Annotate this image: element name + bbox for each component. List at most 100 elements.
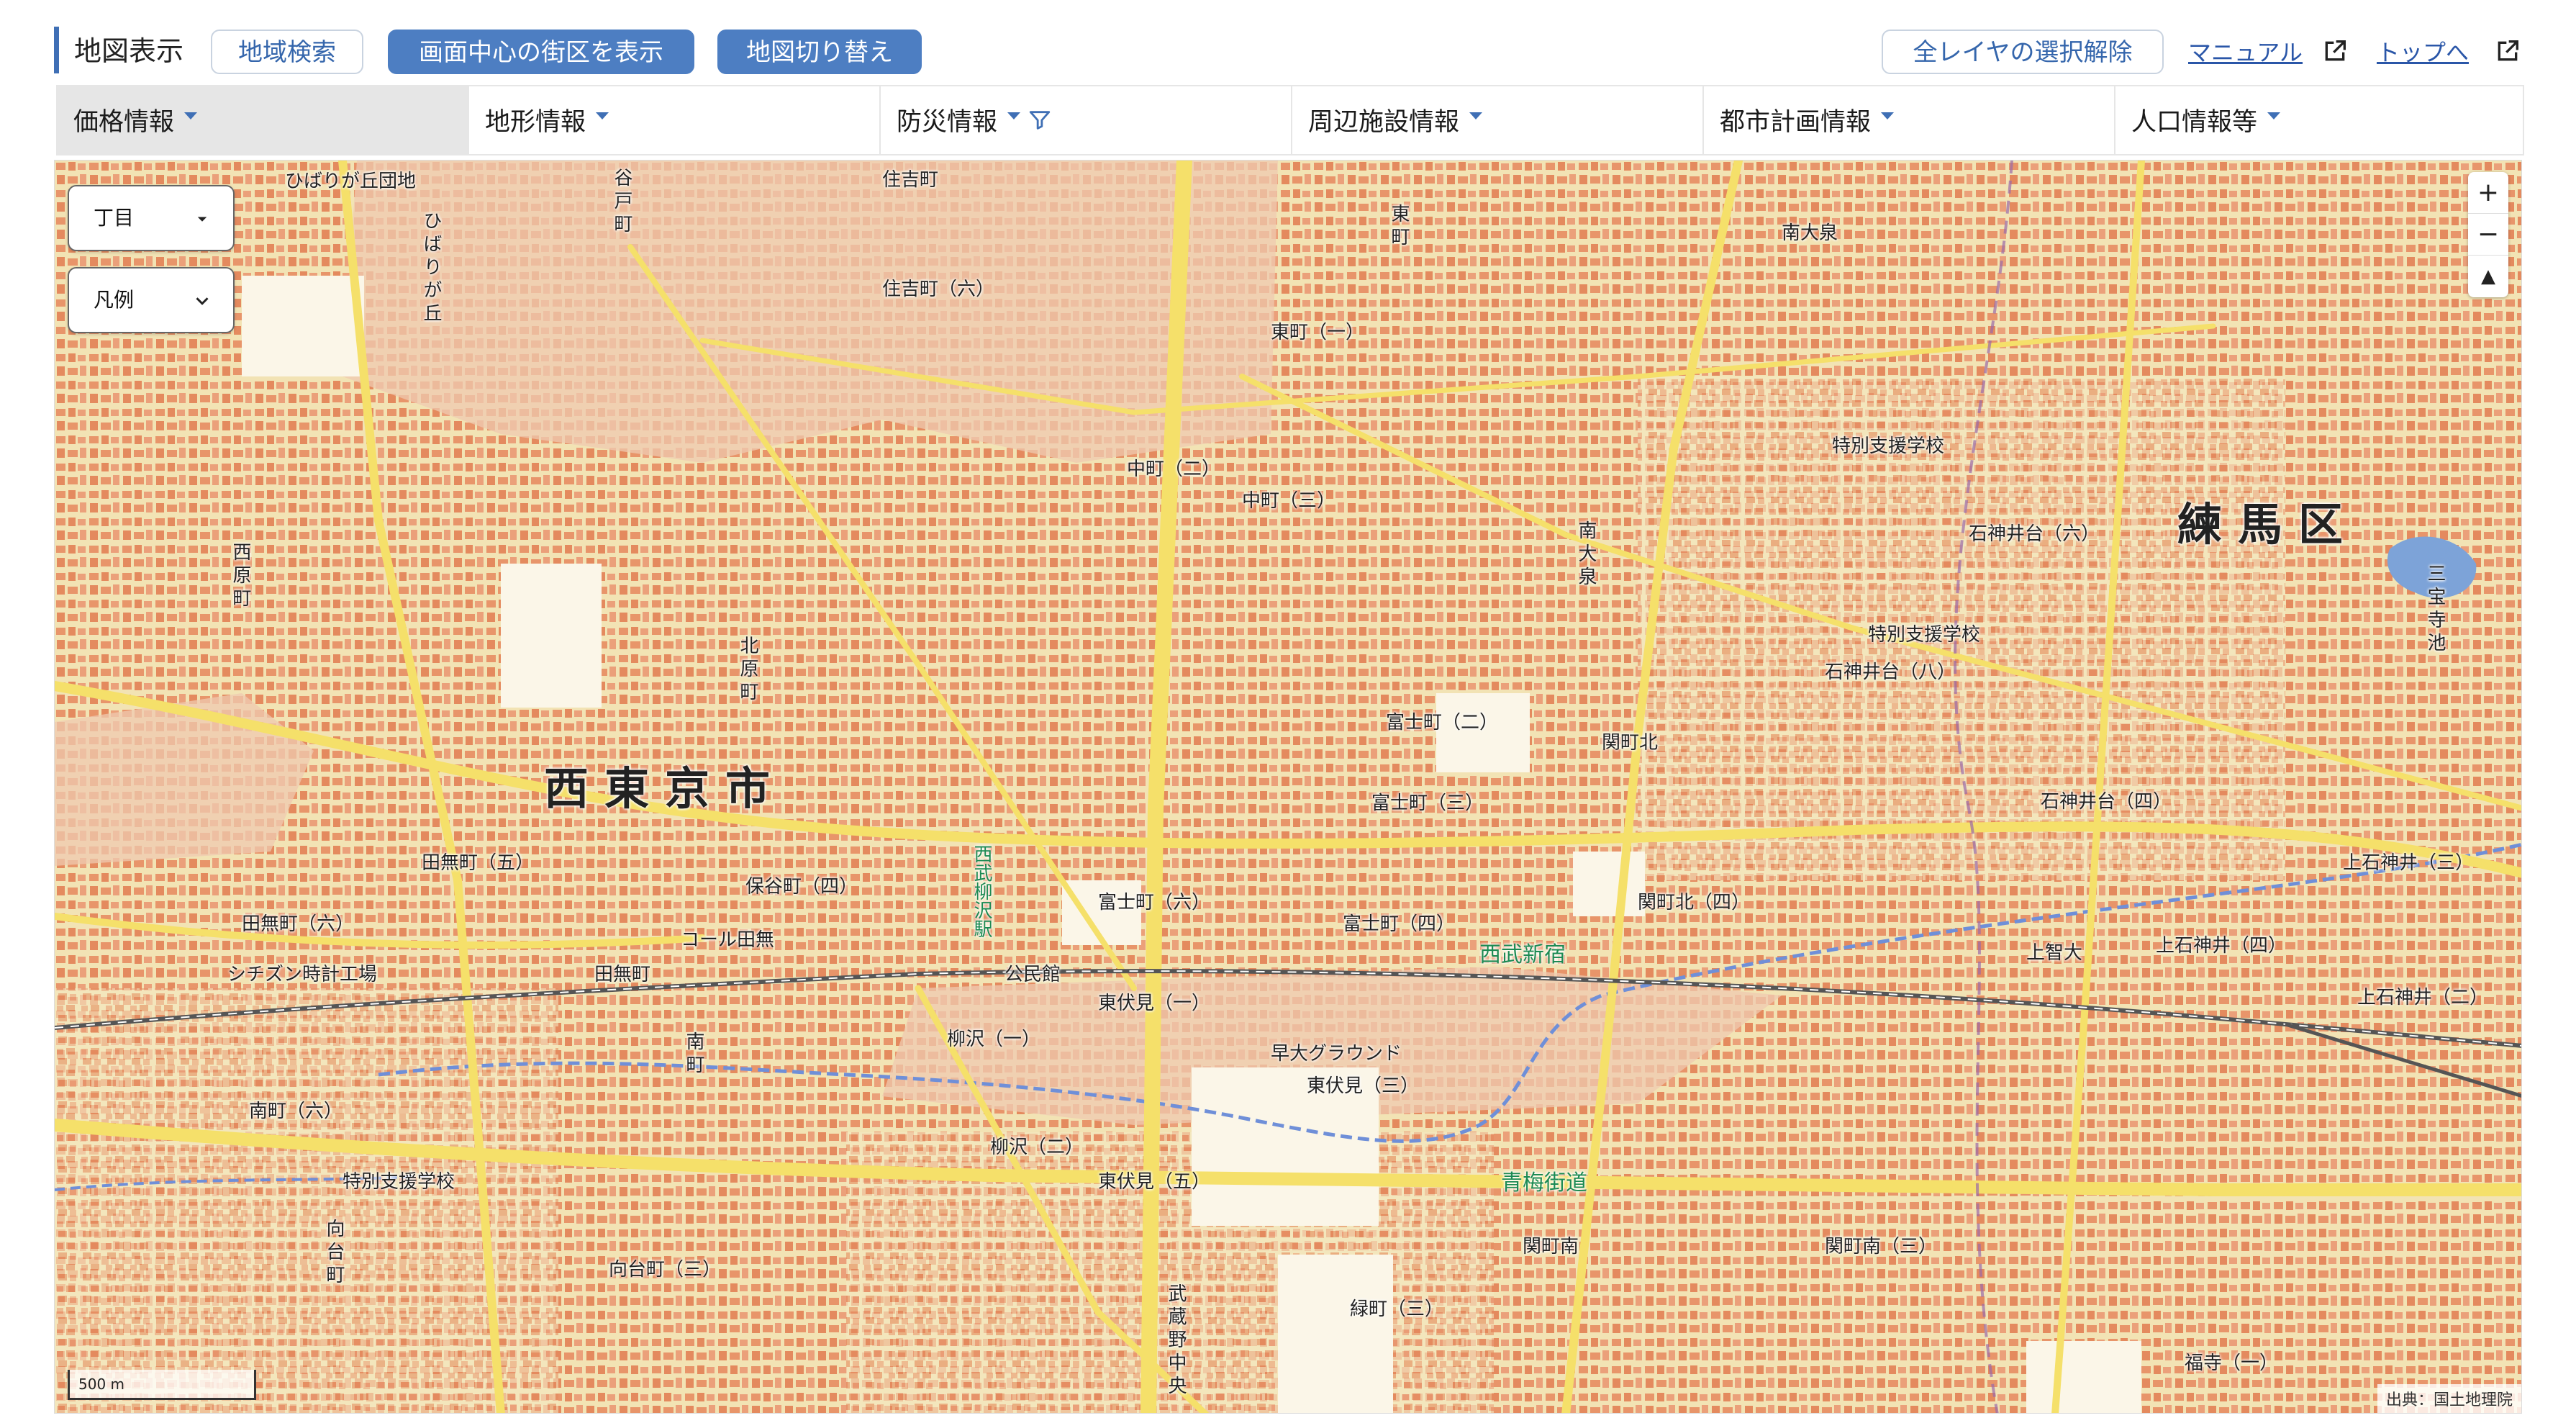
place-label: 東町（一） [1271,322,1365,343]
rail-label: 西武新宿 [1479,942,1566,967]
place-label: 北原町 [737,636,758,705]
tab-urban-planning-info[interactable]: 都市計画情報 [1704,86,2115,154]
place-label: 富士町（二） [1386,712,1499,733]
caret-down-icon [2267,112,2281,119]
place-label: 南大泉 [1575,520,1597,590]
level-select-value: 丁目 [94,206,135,230]
reset-north-button[interactable]: ▲ [2468,256,2508,297]
place-label: 東伏見（三） [1307,1075,1420,1097]
page-title: 地図表示 [74,35,184,67]
place-label: 向台町（三） [609,1259,722,1281]
place-label: 緑町（三） [1350,1299,1444,1320]
place-label: 上石神井（三） [2343,852,2475,874]
external-link-icon[interactable] [2493,37,2522,66]
road-label: 青梅街道 [1501,1170,1587,1196]
place-label: 保谷町（四） [745,876,858,898]
tab-label: 都市計画情報 [1720,108,1872,137]
place-label: 柳沢（二） [990,1137,1084,1158]
caret-down-icon [184,112,198,119]
place-label: 武蔵野中央 [1165,1283,1187,1399]
chevron-down-icon [196,297,209,305]
place-label: ひばりが丘団地 [285,171,417,192]
place-label: 石神井台（八） [1825,661,1956,683]
place-label: 中町（二） [1127,459,1221,480]
place-label: 南大泉 [1782,222,1838,244]
place-label: 向台町 [323,1219,345,1288]
manual-link[interactable]: マニュアル [2188,37,2303,68]
tab-label: 人口情報等 [2131,108,2258,137]
zoom-in-button[interactable]: + [2468,172,2508,214]
region-search-button[interactable]: 地域検索 [211,30,363,74]
tab-label: 価格情報 [73,108,175,137]
caret-down-icon [1881,112,1895,119]
title-accent-bar [54,27,59,73]
zoom-out-button[interactable]: − [2468,214,2508,256]
place-label: 東伏見（五） [1098,1171,1211,1193]
place-label: 柳沢（一） [947,1029,1041,1050]
caret-down-icon [197,217,207,222]
place-label: 富士町（四） [1343,913,1456,935]
place-label: 田無町 [594,964,651,985]
layer-menu-tabs: 価格情報 地形情報 防災情報 周辺施設情報 都市計画情報 人口情報等 [56,85,2524,155]
filter-icon[interactable] [1028,108,1052,132]
tab-population-info[interactable]: 人口情報等 [2115,86,2523,154]
place-label: ひばりが丘 [420,211,442,326]
place-label: 田無町（六） [242,913,355,935]
place-label: 南町（六） [249,1101,343,1122]
tab-label: 地形情報 [485,108,586,137]
tab-label: 周辺施設情報 [1308,108,1460,137]
level-select[interactable]: 丁目 [68,185,235,251]
clear-layers-button[interactable]: 全レイヤの選択解除 [1882,30,2164,74]
place-label: 上智大 [2026,942,2083,964]
place-label: 関町南（三） [1825,1236,1938,1257]
place-label: 東町 [1388,204,1410,250]
caret-down-icon [596,112,609,119]
tab-price-info[interactable]: 価格情報 [58,86,469,154]
station-label: 西武柳沢駅 [971,844,992,938]
external-link-icon[interactable] [2321,37,2349,66]
tab-label: 防災情報 [897,108,998,137]
ward-label-nerima: 練馬区 [2177,498,2359,551]
city-label-nishitokyo: 西東京市 [544,762,786,815]
place-label: 田無町（五） [422,852,535,874]
place-label: 関町南 [1523,1236,1579,1257]
place-label: 東伏見（一） [1098,993,1211,1014]
scale-label: 500 m [78,1376,125,1393]
place-label: 公民館 [1004,964,1061,985]
place-label: 福寺（一） [2185,1352,2279,1374]
top-link[interactable]: トップへ [2377,37,2469,68]
caret-down-icon [1007,112,1021,119]
place-label: 中町（三） [1242,490,1336,512]
map-toolbar: 地図表示 地域検索 画面中心の街区を表示 地図切り替え 全レイヤの選択解除 マニ… [54,27,2522,78]
map-attribution: 出典：国土地理院 [2377,1384,2521,1413]
place-label: 関町北（四） [1638,892,1751,913]
map-canvas[interactable]: 西東京市 練馬区 ひばりが丘団地 ひばりが丘 住吉町 住吉町（六） 東町 東町（… [54,160,2522,1414]
place-label: 特別支援学校 [343,1171,455,1193]
tab-facilities-info[interactable]: 周辺施設情報 [1292,86,1704,154]
caret-down-icon [1469,112,1483,119]
tab-terrain-info[interactable]: 地形情報 [469,86,881,154]
show-center-block-button[interactable]: 画面中心の街区を表示 [388,30,694,74]
tab-disaster-info[interactable]: 防災情報 [881,86,1292,154]
legend-select-value: 凡例 [94,288,135,312]
scale-bar: 500 m [68,1370,256,1400]
place-label: コール田無 [681,929,775,951]
switch-map-button[interactable]: 地図切り替え [717,30,922,74]
place-label: 早大グラウンド [1271,1043,1402,1065]
place-label: 西原町 [230,542,251,611]
place-label: 富士町（六） [1098,892,1211,913]
place-label: 上石神井（二） [2357,987,2489,1008]
place-label: 特別支援学校 [1868,624,1981,646]
place-label: 関町北 [1602,732,1659,754]
place-label: 石神井台（六） [1969,523,2100,545]
place-label: 三宝寺池 [2424,564,2446,656]
legend-select[interactable]: 凡例 [68,267,235,333]
place-label: 特別支援学校 [1832,435,1945,457]
place-label: 南町 [683,1031,704,1078]
place-label: 谷戸町 [611,168,632,237]
place-label: 住吉町 [882,169,939,191]
zoom-control: + − ▲ [2468,172,2508,297]
place-label: 富士町（三） [1371,792,1484,814]
place-label: 石神井台（四） [2041,791,2172,813]
place-label: 上石神井（四） [2156,935,2287,957]
